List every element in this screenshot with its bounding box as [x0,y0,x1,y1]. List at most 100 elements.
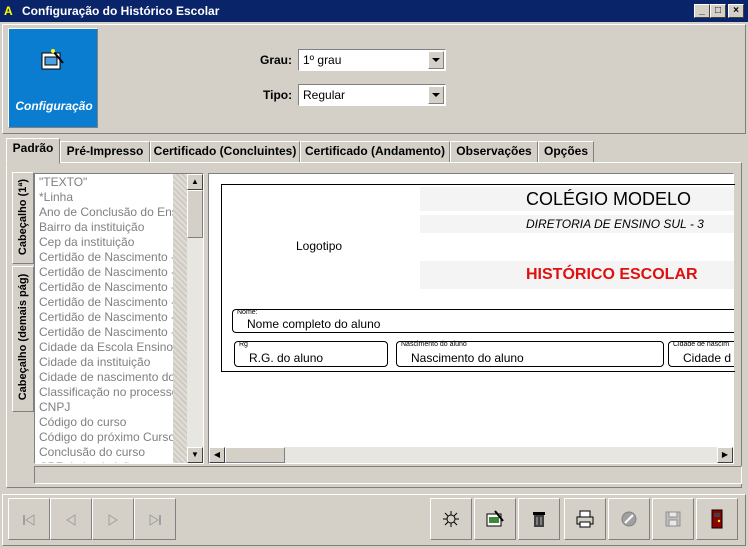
tab-pre-impresso[interactable]: Pré-Impresso [60,141,150,163]
directorate-field[interactable]: DIRETORIA DE ENSINO SUL - 3 [420,215,734,233]
new-icon [443,511,459,527]
tipo-label: Tipo: [263,88,293,102]
configuration-icon [41,49,64,70]
config-header-panel [2,24,746,134]
save-icon [665,511,681,527]
title-bar: A Configuração do Histórico Escolar _ □ … [0,0,748,22]
list-item[interactable]: Certidão de Nascimento - D [39,265,189,279]
doc-title-field[interactable]: HISTÓRICO ESCOLAR [420,261,734,289]
last-record-button[interactable] [134,498,176,540]
list-resize-strip [173,174,187,463]
maximize-button[interactable]: □ [710,4,726,18]
header-frame: Logotipo COLÉGIO MODELO DIRETORIA DE ENS… [221,184,735,372]
list-item[interactable]: *Linha [39,190,189,204]
rg-value: R.G. do aluno [249,351,324,365]
list-item[interactable]: "TEXTO" [39,175,189,189]
status-bar [34,466,742,484]
tab-observacoes[interactable]: Observações [450,141,538,163]
list-item[interactable]: CPF da instituição [39,460,189,463]
edit-button[interactable] [474,498,516,540]
list-item[interactable]: Cidade da Escola Ensino M [39,340,189,354]
exit-icon [711,509,723,529]
tab-certificado-andamento[interactable]: Certificado (Andamento) [300,141,450,163]
list-item[interactable]: Cep da instituição [39,235,189,249]
new-button[interactable] [430,498,472,540]
header-preview-canvas[interactable]: Logotipo COLÉGIO MODELO DIRETORIA DE ENS… [208,173,735,464]
list-item[interactable]: Conclusão do curso [39,445,189,460]
configuration-button[interactable]: Configuração [8,28,98,128]
scroll-left-button[interactable]: ◀ [209,447,225,463]
window-title: Configuração do Histórico Escolar [22,4,220,18]
hscroll-thumb[interactable] [225,447,285,463]
list-item[interactable]: Certidão de Nascimento - N [39,310,189,324]
close-button[interactable]: × [728,4,744,18]
name-caption: Nome: [237,309,258,316]
cancel-button[interactable] [608,498,650,540]
logo-area: Logotipo [228,187,414,307]
tab-opcoes[interactable]: Opções [538,141,594,163]
name-field-box[interactable]: Nome: Nome completo do aluno [232,309,734,333]
doc-title: HISTÓRICO ESCOLAR [526,266,698,283]
city-field-box[interactable]: Cidade de nascim Cidade d [668,341,734,367]
last-icon [149,514,161,526]
chevron-down-icon [432,58,440,62]
list-scrollbar[interactable]: ▲ ▼ [187,174,203,463]
list-item[interactable]: Classificação no processo [39,385,189,399]
list-item[interactable]: Cidade de nascimento do a [39,370,189,384]
list-item[interactable]: Cidade da instituição [39,355,189,369]
delete-icon [533,512,545,527]
grau-dropdown-button[interactable] [428,51,444,69]
directorate: DIRETORIA DE ENSINO SUL - 3 [526,217,704,231]
minimize-button[interactable]: _ [694,4,710,18]
tab-certificado-concluintes[interactable]: Certificado (Concluintes) [150,141,300,163]
grau-label: Grau: [260,53,293,67]
list-item[interactable]: Certidão de Nascimento - F [39,280,189,294]
logo-placeholder: Logotipo [296,239,343,253]
birth-value: Nascimento do aluno [411,351,524,365]
list-item[interactable]: Código do curso [39,415,189,429]
tab-padrao[interactable]: Padrão [6,138,60,164]
city-caption: Cidade de nascim [673,341,730,348]
grau-value: 1º grau [303,53,342,67]
grau-select[interactable]: 1º grau [298,49,446,71]
tipo-dropdown-button[interactable] [428,86,444,104]
save-button[interactable] [652,498,694,540]
first-record-button[interactable] [8,498,50,540]
scroll-down-button[interactable]: ▼ [187,447,203,463]
list-item[interactable]: Certidão de Nascimento - L [39,295,189,309]
first-icon [23,514,35,526]
school-name-field[interactable]: COLÉGIO MODELO [420,187,734,211]
vtab-cabecalho-primeira[interactable]: Cabeçalho (1ª) [12,172,34,264]
vtab-cabecalho-demais[interactable]: Cabeçalho (demais pág) [12,266,34,412]
print-button[interactable] [564,498,606,540]
list-item[interactable]: Bairro da instituição [39,220,189,234]
delete-button[interactable] [518,498,560,540]
scroll-thumb[interactable] [187,190,203,238]
list-item[interactable]: Certidão de Nascimento - C [39,250,189,264]
list-item[interactable]: Código do próximo Curso [39,430,189,444]
print-icon [576,510,594,528]
scroll-right-button[interactable]: ▶ [717,447,733,463]
field-list[interactable]: "TEXTO" *Linha Ano de Conclusão do Ensin… [34,173,204,464]
tipo-select[interactable]: Regular [298,84,446,106]
canvas-hscrollbar[interactable]: ◀ ▶ [209,447,733,463]
list-item[interactable]: Ano de Conclusão do Ensino [39,205,189,219]
list-item[interactable]: CNPJ [39,400,189,414]
exit-button[interactable] [696,498,738,540]
cancel-icon [621,511,637,527]
birth-field-box[interactable]: Nascimento do aluno Nascimento do aluno [396,341,664,367]
prev-icon [66,514,76,526]
next-icon [108,514,118,526]
name-value: Nome completo do aluno [247,317,381,331]
next-record-button[interactable] [92,498,134,540]
city-value: Cidade d [683,351,732,365]
configuration-label: Configuração [15,99,93,113]
chevron-down-icon [432,93,440,97]
school-name: COLÉGIO MODELO [526,189,692,209]
previous-record-button[interactable] [50,498,92,540]
scroll-up-button[interactable]: ▲ [187,174,203,190]
rg-field-box[interactable]: Rg R.G. do aluno [234,341,388,367]
birth-caption: Nascimento do aluno [401,341,467,348]
app-icon: A [4,4,13,18]
list-item[interactable]: Certidão de Nascimento - U [39,325,189,339]
